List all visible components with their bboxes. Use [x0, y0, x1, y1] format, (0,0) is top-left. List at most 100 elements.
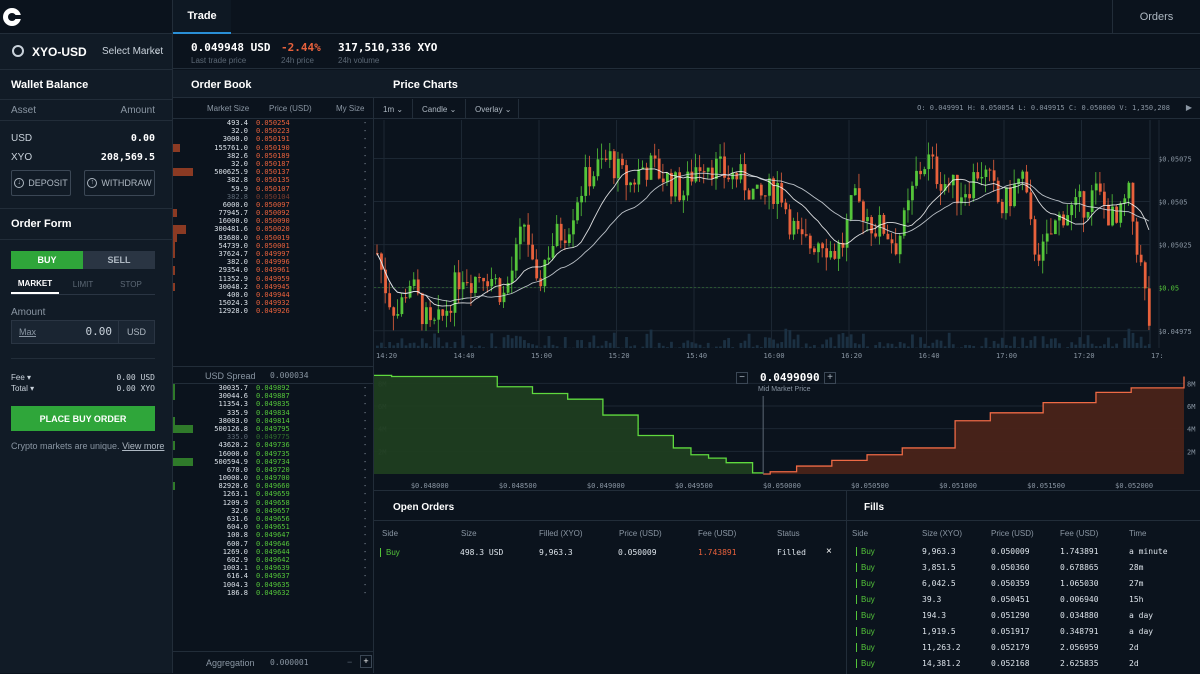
- order-book-row[interactable]: 500594.90.049734-: [173, 458, 373, 466]
- order-book-row[interactable]: 82920.60.049660-: [173, 482, 373, 490]
- fill-row[interactable]: Buy39.30.0504510.00694015h: [852, 592, 1200, 608]
- fill-row[interactable]: Buy1,919.50.0519170.348791a day: [852, 624, 1200, 640]
- order-book-row[interactable]: 670.00.049720-: [173, 466, 373, 474]
- tab-market[interactable]: MARKET: [11, 275, 59, 294]
- total-label[interactable]: Total ▾: [11, 384, 34, 393]
- order-book-row[interactable]: 1269.00.049644-: [173, 548, 373, 556]
- zoom-out-button[interactable]: −: [736, 372, 748, 384]
- withdraw-button[interactable]: ↑WITHDRAW: [84, 170, 155, 196]
- order-book-row[interactable]: 382.80.050135-: [173, 176, 373, 184]
- order-book-row[interactable]: 616.40.049637-: [173, 572, 373, 580]
- order-book-row[interactable]: 335.00.049775-: [173, 433, 373, 441]
- order-book-row[interactable]: 30048.20.049945-: [173, 283, 373, 291]
- product-selector[interactable]: XYO-USD Select Market ⌄: [0, 34, 172, 70]
- order-book-row[interactable]: 77945.70.050092-: [173, 209, 373, 217]
- fill-row[interactable]: Buy11,263.20.0521792.0569592d: [852, 640, 1200, 656]
- sell-toggle[interactable]: SELL: [83, 251, 155, 269]
- view-more-link[interactable]: View more: [122, 441, 164, 451]
- order-book-row[interactable]: 59.90.050107-: [173, 185, 373, 193]
- order-book-row[interactable]: 11354.30.049835-: [173, 400, 373, 408]
- aggregation-increase-button[interactable]: +: [360, 655, 372, 668]
- order-book-row[interactable]: 1263.10.049659-: [173, 490, 373, 498]
- fill-row[interactable]: Buy14,381.20.0521682.6258352d: [852, 656, 1200, 672]
- fill-size: 11,263.2: [922, 643, 961, 652]
- order-book-row[interactable]: 32.00.049657-: [173, 507, 373, 515]
- order-book-row[interactable]: 12928.00.049926-: [173, 307, 373, 315]
- order-book-row[interactable]: 1004.30.049635-: [173, 581, 373, 589]
- logo[interactable]: [0, 0, 24, 34]
- order-book-row[interactable]: 1209.90.049658-: [173, 499, 373, 507]
- order-book-row[interactable]: 400.00.049944-: [173, 291, 373, 299]
- price-chart[interactable]: $0.05075$0.0505$0.05025$0.05$0.0497514:2…: [374, 120, 1200, 365]
- play-icon[interactable]: ▶: [1186, 103, 1192, 112]
- amount-value[interactable]: 0.00: [86, 325, 113, 338]
- tab-limit[interactable]: LIMIT: [59, 275, 107, 294]
- order-book-row[interactable]: 29354.00.049961-: [173, 266, 373, 274]
- fill-row[interactable]: Buy9,963.30.0500091.743891a minute: [852, 544, 1200, 560]
- candle-body: [588, 167, 591, 186]
- open-order-row[interactable]: Buy 498.3 USD 9,963.3 0.050009 1.743891 …: [380, 545, 840, 561]
- order-book-row[interactable]: 32.00.050223-: [173, 127, 373, 135]
- tab-stop[interactable]: STOP: [107, 275, 155, 294]
- order-price: 0.049945: [256, 283, 290, 291]
- aggregation-decrease-button[interactable]: −: [347, 657, 352, 667]
- order-book-row[interactable]: 300481.60.050020-: [173, 225, 373, 233]
- order-book-row[interactable]: 500126.80.049795-: [173, 425, 373, 433]
- tab-trade[interactable]: Trade: [173, 0, 231, 34]
- overlay-select[interactable]: Overlay ⌄: [466, 99, 519, 119]
- candle-body: [809, 236, 812, 249]
- fill-row[interactable]: Buy194.30.0512900.034880a day: [852, 608, 1200, 624]
- order-book-row[interactable]: 335.90.049834-: [173, 409, 373, 417]
- order-book-row[interactable]: 10000.00.049700-: [173, 474, 373, 482]
- order-book-row[interactable]: 155761.00.050190-: [173, 144, 373, 152]
- chevron-down-icon[interactable]: ⌄: [154, 46, 162, 57]
- order-book-row[interactable]: 16000.00.050090-: [173, 217, 373, 225]
- order-price: 0.049735: [256, 450, 290, 458]
- order-book-row[interactable]: 43620.20.049736-: [173, 441, 373, 449]
- max-link[interactable]: Max: [19, 327, 36, 337]
- tab-orders[interactable]: Orders: [1112, 0, 1200, 34]
- order-book-row[interactable]: 32.00.050187-: [173, 160, 373, 168]
- fee-label[interactable]: Fee ▾: [11, 373, 31, 382]
- order-book-row[interactable]: 600.70.049646-: [173, 540, 373, 548]
- my-size: -: [363, 466, 367, 474]
- order-book-row[interactable]: 30044.60.049887-: [173, 392, 373, 400]
- order-book-row[interactable]: 83680.00.050019-: [173, 234, 373, 242]
- order-book-row[interactable]: 38083.00.049814-: [173, 417, 373, 425]
- candle-body: [1140, 255, 1143, 263]
- zoom-in-button[interactable]: +: [824, 372, 836, 384]
- order-book-row[interactable]: 500625.90.050137-: [173, 168, 373, 176]
- order-book-row[interactable]: 382.60.050189-: [173, 152, 373, 160]
- order-book-row[interactable]: 631.60.049656-: [173, 515, 373, 523]
- order-book-row[interactable]: 37624.70.049997-: [173, 250, 373, 258]
- order-book-row[interactable]: 15024.30.049932-: [173, 299, 373, 307]
- order-book-row[interactable]: 604.00.049651-: [173, 523, 373, 531]
- chart-type-select[interactable]: Candle ⌄: [413, 99, 466, 119]
- order-book-row[interactable]: 100.80.049647-: [173, 531, 373, 539]
- order-book-row[interactable]: 186.80.049632-: [173, 589, 373, 597]
- order-book-row[interactable]: 382.80.050104-: [173, 193, 373, 201]
- order-book-row[interactable]: 493.40.050254-: [173, 119, 373, 127]
- fill-row[interactable]: Buy3,851.50.0503600.67886528m: [852, 560, 1200, 576]
- place-buy-order-button[interactable]: PLACE BUY ORDER: [11, 406, 155, 431]
- order-book-row[interactable]: 16000.00.049735-: [173, 450, 373, 458]
- depth-chart[interactable]: 8M8M6M6M4M4M2M2M$0.048000$0.048500$0.049…: [374, 366, 1200, 490]
- order-book-row[interactable]: 30035.70.049892-: [173, 384, 373, 392]
- order-book-row[interactable]: 6000.00.050097-: [173, 201, 373, 209]
- order-book-row[interactable]: 11352.90.049959-: [173, 275, 373, 283]
- order-book-row[interactable]: 3000.00.050191-: [173, 135, 373, 143]
- deposit-button[interactable]: ↓DEPOSIT: [11, 170, 71, 196]
- candle-body: [474, 277, 477, 293]
- candle-body: [1042, 242, 1045, 261]
- order-book-row[interactable]: 602.90.049642-: [173, 556, 373, 564]
- order-book-row[interactable]: 382.00.049996-: [173, 258, 373, 266]
- interval-select[interactable]: 1m ⌄: [374, 99, 413, 119]
- amount-input[interactable]: Max 0.00 USD: [11, 320, 155, 344]
- buy-toggle[interactable]: BUY: [11, 251, 83, 269]
- candle-body: [1034, 219, 1037, 254]
- candle-body: [768, 178, 771, 195]
- order-book-row[interactable]: 54739.00.050001-: [173, 242, 373, 250]
- order-book-row[interactable]: 1003.10.049639-: [173, 564, 373, 572]
- fill-row[interactable]: Buy6,042.50.0503591.06503027m: [852, 576, 1200, 592]
- close-icon[interactable]: ×: [826, 546, 832, 557]
